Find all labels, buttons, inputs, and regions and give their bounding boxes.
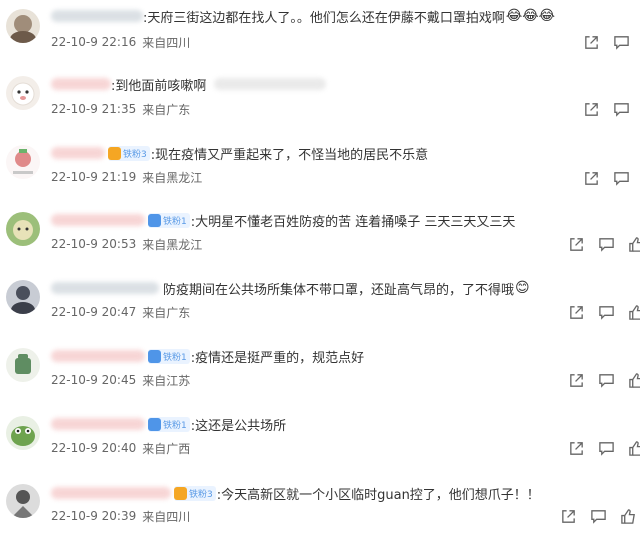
comment-row: 防疫期间在公共场所集体不带口罩，还趾高气昂的，了不得哦 😊 22-10-9 20… (0, 272, 640, 340)
comment-icon[interactable] (596, 370, 616, 390)
comment-row: 铁粉1 :大明星不懂老百姓防疫的苦 连着捅嗓子 三天三天又三天 22-10-9 … (0, 204, 640, 272)
fan-level-icon (148, 349, 161, 363)
comment-location: 来自黑龙江 (142, 170, 203, 185)
comment-date: 22-10-9 20:47 (51, 305, 137, 319)
comment-text: :疫情还是挺严重的，规范点好 (190, 350, 365, 366)
comment-icon[interactable] (596, 302, 616, 322)
comment-date: 22-10-9 21:35 (51, 102, 137, 116)
avatar[interactable] (6, 484, 40, 518)
blurred-username[interactable] (51, 418, 145, 430)
comment-text: :到他面前咳嗽啊 (111, 78, 207, 94)
comment-icon[interactable] (611, 99, 631, 119)
heart-badge-icon (174, 486, 187, 500)
fan-badge: 铁粉1 (148, 348, 190, 364)
fan-level-icon (148, 213, 161, 227)
emoji: 😊 (515, 280, 530, 296)
like-icon[interactable] (626, 302, 640, 322)
fan-badge: 铁粉3 (108, 145, 150, 161)
avatar[interactable] (6, 9, 40, 43)
comment-icon[interactable] (596, 234, 616, 254)
blurred-username[interactable] (51, 78, 111, 90)
share-icon[interactable] (566, 234, 586, 254)
share-icon[interactable] (581, 99, 601, 119)
fan-level-icon (148, 417, 161, 431)
heart-badge-icon (108, 146, 121, 160)
comment-row: 铁粉1 :这还是公共场所 22-10-9 20:40 来自广西 (0, 408, 640, 476)
fan-badge: 铁粉1 (148, 416, 190, 432)
avatar[interactable] (6, 145, 40, 179)
like-icon[interactable] (626, 438, 640, 458)
comment-date: 22-10-9 20:40 (51, 441, 137, 455)
comment-text: :这还是公共场所 (190, 418, 287, 434)
share-icon[interactable] (581, 32, 601, 52)
fan-badge: 铁粉1 (148, 212, 190, 228)
comment-text: 防疫期间在公共场所集体不带口罩，还趾高气昂的，了不得哦 (163, 282, 515, 298)
blurred-username[interactable] (51, 214, 145, 226)
like-icon[interactable] (626, 234, 640, 254)
blurred-username[interactable] (51, 350, 145, 362)
comment-date: 22-10-9 21:19 (51, 170, 137, 184)
comment-icon[interactable] (596, 438, 616, 458)
like-icon[interactable] (618, 506, 638, 526)
comment-text: :现在疫情又严重起来了，不怪当地的居民不乐意 (150, 147, 429, 163)
blurred-content (214, 78, 327, 90)
comment-row: :到他面前咳嗽啊 22-10-9 21:35 来自广东 (0, 68, 640, 136)
comment-location: 来自四川 (142, 35, 191, 50)
emoji: 😂😂😂 (505, 8, 555, 24)
share-icon[interactable] (558, 506, 578, 526)
comment-date: 22-10-9 22:16 (51, 35, 137, 49)
comment-location: 来自江苏 (142, 373, 191, 388)
fan-badge: 铁粉3 (174, 485, 216, 501)
comment-location: 来自广东 (142, 102, 191, 117)
comment-date: 22-10-9 20:53 (51, 237, 137, 251)
comment-text: :大明星不懂老百姓防疫的苦 连着捅嗓子 三天三天又三天 (190, 214, 516, 230)
avatar[interactable] (6, 416, 40, 450)
comment-row: :天府三街这边都在找人了。。他们怎么还在伊藤不戴口罩拍戏啊 😂😂😂 22-10-… (0, 0, 640, 68)
blurred-username[interactable] (51, 487, 171, 499)
comment-icon[interactable] (611, 32, 631, 52)
comment-text: :天府三街这边都在找人了。。他们怎么还在伊藤不戴口罩拍戏啊 (143, 10, 505, 26)
avatar[interactable] (6, 76, 40, 110)
comment-row: 铁粉1 :疫情还是挺严重的，规范点好 22-10-9 20:45 来自江苏 (0, 340, 640, 408)
share-icon[interactable] (581, 168, 601, 188)
comment-date: 22-10-9 20:39 (51, 509, 137, 523)
blurred-username[interactable] (51, 147, 105, 159)
avatar[interactable] (6, 212, 40, 246)
avatar[interactable] (6, 348, 40, 382)
comment-location: 来自黑龙江 (142, 237, 203, 252)
share-icon[interactable] (566, 438, 586, 458)
comment-row: 铁粉3 :现在疫情又严重起来了，不怪当地的居民不乐意 22-10-9 21:19… (0, 136, 640, 204)
comment-location: 来自四川 (142, 509, 191, 524)
share-icon[interactable] (566, 370, 586, 390)
blurred-username[interactable] (51, 10, 143, 22)
comment-row: 铁粉3 :今天高新区就一个小区临时guan控了，他们想爪子！！ 22-10-9 … (0, 476, 640, 544)
share-icon[interactable] (566, 302, 586, 322)
comment-icon[interactable] (611, 168, 631, 188)
comment-icon[interactable] (588, 506, 608, 526)
blurred-username[interactable] (51, 282, 159, 294)
comment-date: 22-10-9 20:45 (51, 373, 137, 387)
like-icon[interactable] (626, 370, 640, 390)
comment-location: 来自广西 (142, 441, 191, 456)
comment-text: :今天高新区就一个小区临时guan控了，他们想爪子！！ (216, 487, 540, 503)
comment-location: 来自广东 (142, 305, 191, 320)
avatar[interactable] (6, 280, 40, 314)
